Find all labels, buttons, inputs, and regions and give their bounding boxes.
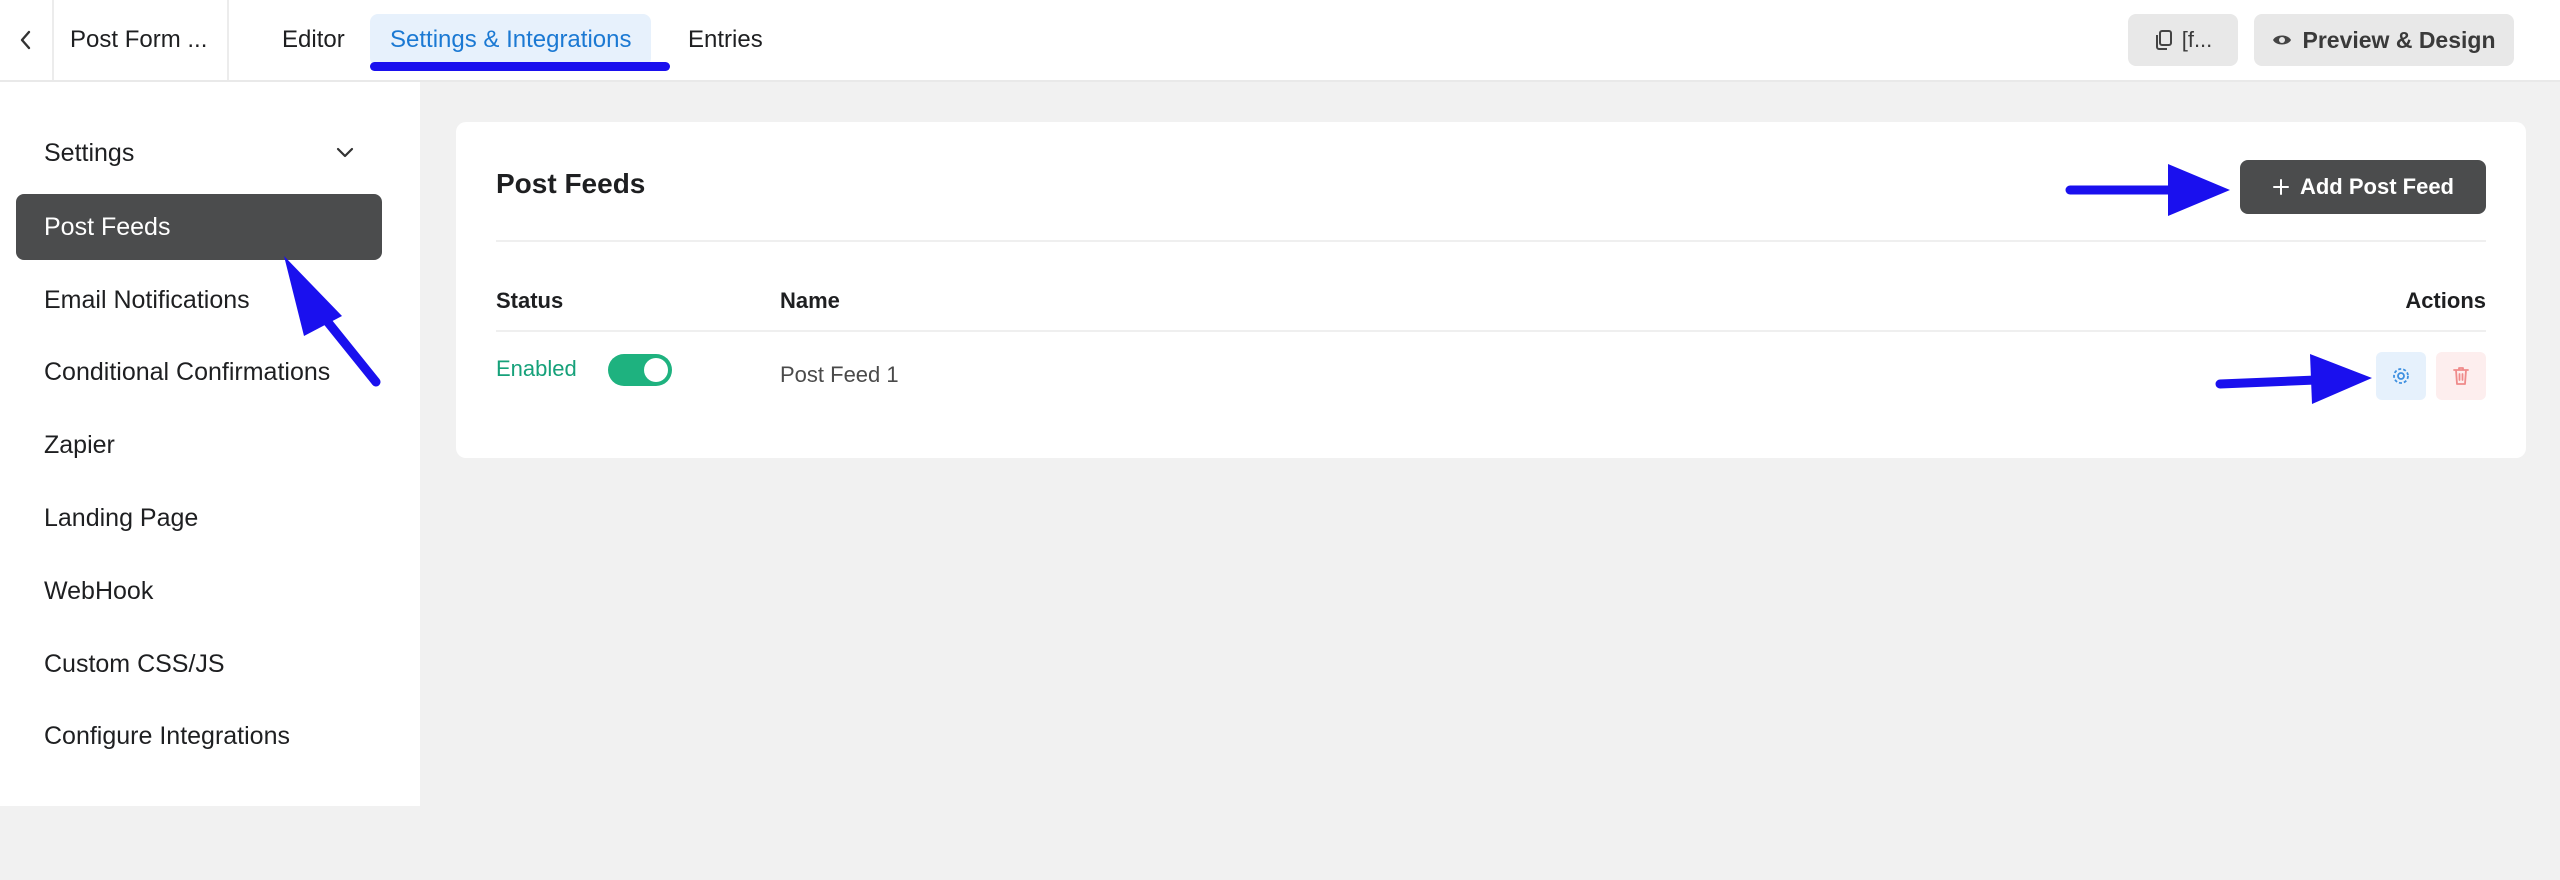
add-post-feed-label: Add Post Feed	[2299, 174, 2454, 199]
post-feeds-card: Post Feeds Add Post Feed Status Name Act…	[456, 122, 2526, 458]
trash-icon	[2453, 367, 2469, 385]
feed-name: Post Feed 1	[780, 362, 899, 387]
tab-settings-integrations[interactable]: Settings & Integrations	[370, 14, 652, 66]
sidebar-item-webhook[interactable]: WebHook	[16, 558, 382, 624]
form-title[interactable]: Post Form ...	[70, 0, 207, 80]
shortcode-button[interactable]: [f...	[2128, 14, 2238, 66]
sidebar-item-landing-page[interactable]: Landing Page	[16, 485, 382, 551]
preview-design-button[interactable]: Preview & Design	[2254, 14, 2514, 66]
sidebar-item-email-notifications[interactable]: Email Notifications	[16, 267, 382, 333]
back-button[interactable]	[0, 0, 54, 80]
sidebar-item-post-feeds[interactable]: Post Feeds	[16, 194, 382, 260]
sidebar-item-conditional-confirmations[interactable]: Conditional Confirmations	[16, 339, 382, 405]
add-post-feed-button[interactable]: Add Post Feed	[2240, 160, 2486, 214]
gear-icon	[2393, 368, 2409, 384]
settings-sidebar: Settings Post Feeds Email Notifications …	[0, 82, 420, 806]
tab-entries[interactable]: Entries	[668, 14, 783, 66]
sidebar-item-custom-css-js[interactable]: Custom CSS/JS	[16, 631, 382, 697]
feed-delete-button[interactable]	[2436, 352, 2486, 400]
chevron-left-icon	[20, 30, 31, 50]
tab-editor[interactable]: Editor	[262, 14, 365, 66]
status-toggle[interactable]	[608, 354, 672, 386]
shortcode-label: [f...	[2181, 27, 2213, 52]
page: Post Form ... Editor Settings & Integrat…	[0, 0, 2560, 880]
column-header-status: Status	[496, 288, 564, 313]
top-bar: Post Form ... Editor Settings & Integrat…	[0, 0, 2560, 82]
sidebar-item-settings[interactable]: Settings	[16, 120, 382, 186]
plus-icon	[2272, 179, 2289, 195]
column-header-actions: Actions	[2405, 288, 2486, 313]
toggle-knob	[644, 358, 668, 382]
page-title: Post Feeds	[496, 168, 646, 199]
preview-design-label: Preview & Design	[2302, 26, 2496, 53]
divider	[496, 330, 2486, 332]
chevron-down-icon	[336, 147, 354, 158]
sidebar-item-configure-integrations[interactable]: Configure Integrations	[16, 703, 382, 769]
feed-settings-button[interactable]	[2376, 352, 2426, 400]
column-header-name: Name	[780, 288, 840, 313]
eye-icon	[2273, 35, 2292, 45]
divider	[496, 240, 2486, 242]
sidebar-item-label: Settings	[44, 139, 135, 167]
divider	[227, 0, 229, 80]
sidebar-item-zapier[interactable]: Zapier	[16, 412, 382, 478]
status-label: Enabled	[496, 356, 577, 381]
copy-icon	[2155, 30, 2172, 50]
